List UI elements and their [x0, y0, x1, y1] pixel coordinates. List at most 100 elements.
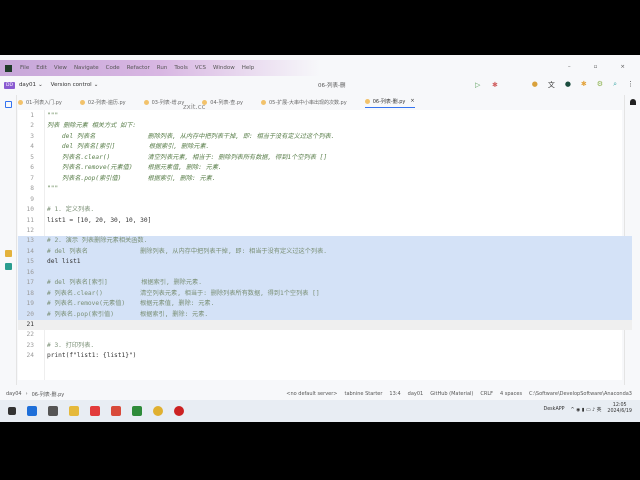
code-line[interactable]: 3 del 列表名 删除列表, 从内存中把列表干掉, 即: 相当于没有定义过这个… — [18, 132, 632, 142]
code-line[interactable]: 5 列表名.clear() 清空列表元素, 相当于: 删除列表所有数据, 得到1… — [18, 153, 632, 163]
tab-06-active[interactable]: 06-列表-删.py × — [364, 98, 415, 108]
users-icon[interactable]: ● — [532, 80, 538, 90]
code-line[interactable]: 24 print(f"list1: {list1}") — [18, 351, 632, 361]
code-text: """ — [47, 112, 59, 119]
bookmarks-icon[interactable] — [4, 263, 12, 270]
status-bar: day04 › 06-列表-删.py <no default server> ta… — [6, 391, 632, 398]
code-line[interactable]: 12 — [18, 226, 632, 236]
windows-start-icon[interactable] — [8, 407, 16, 415]
menu-refactor[interactable]: Refactor — [127, 65, 150, 71]
menu-tools[interactable]: Tools — [174, 65, 188, 71]
code-line[interactable]: 4 del 列表名[索引] 根据索引, 删除元素. — [18, 142, 632, 152]
tab-05[interactable]: 05-扩展-大串中小串出现的次数.py — [261, 99, 347, 106]
menu-view[interactable]: View — [54, 65, 67, 71]
code-text: del 列表名[索引] 根据索引, 删除元素. — [47, 143, 210, 151]
debug-icon[interactable]: ✱ — [492, 81, 498, 89]
python-file-icon — [79, 100, 85, 105]
code-line[interactable]: 1 """ — [18, 111, 632, 121]
app-icon[interactable] — [48, 406, 58, 416]
clock[interactable]: 12:05 2024/6/19 — [607, 403, 632, 415]
code-line[interactable]: 14 # del 列表名 删除列表, 从内存中把列表干掉, 即: 相当于没有定义过… — [18, 246, 632, 258]
menu-help[interactable]: Help — [242, 65, 255, 71]
line-number: 19 — [26, 300, 34, 308]
chrome-icon[interactable] — [153, 406, 163, 416]
project-badge: DD — [4, 81, 15, 89]
structure-icon[interactable] — [4, 250, 12, 257]
code-text: # del 列表名 删除列表, 从内存中把列表干掉, 即: 相当于没有定义过这个… — [47, 247, 328, 255]
taskbar: DeskAPP ^ ◉ ▮ ▭ ♪ 英 12:05 2024/6/19 — [0, 400, 640, 422]
menu-run[interactable]: Run — [157, 65, 168, 71]
project-icon[interactable] — [4, 101, 12, 108]
breadcrumb-folder[interactable]: day04 — [6, 391, 22, 397]
notifications-icon[interactable] — [629, 99, 636, 105]
code-text: 列表名.pop(索引值) 根据索引, 删除: 元素. — [47, 174, 216, 182]
tab-label: 05-扩展-大串中小串出现的次数.py — [269, 100, 347, 106]
line-number: 7 — [30, 174, 34, 182]
code-line[interactable]: 13 # 2. 演示 列表删除元素相关函数. — [18, 236, 632, 247]
project-status[interactable]: day01 — [408, 391, 424, 397]
tab-03[interactable]: 03-列表-增.py — [143, 99, 184, 106]
plugin-icon[interactable]: ✱ — [581, 80, 587, 90]
code-line[interactable]: 18 # 列表名.clear() 清空列表元素, 相当于: 删除列表所有数据, 得… — [18, 288, 632, 300]
code-line[interactable]: 20 # 列表名.pop(索引值) 根据索引, 删除: 元素. — [18, 309, 632, 320]
code-line[interactable]: 17 # del 列表名[索引] 根据索引, 删除元素. — [18, 278, 632, 289]
server-status[interactable]: <no default server> — [286, 391, 337, 397]
line-number: 2 — [30, 122, 34, 130]
python-file-icon — [261, 100, 266, 105]
recorder-icon[interactable] — [174, 406, 184, 416]
tabnine-status[interactable]: tabnine Starter — [344, 391, 382, 397]
run-icon[interactable]: ▷ — [475, 81, 480, 89]
code-line[interactable]: 10 # 1. 定义列表. — [18, 205, 632, 215]
code-line[interactable]: 22 — [18, 330, 632, 340]
menu-vcs[interactable]: VCS — [195, 65, 206, 71]
menu-code[interactable]: Code — [106, 65, 120, 71]
code-line[interactable]: 2 列表 删除元素 相关方式 如下: — [18, 121, 632, 131]
interpreter-status[interactable]: C:\Software\DevelopSoftware\Anaconda3 — [529, 391, 632, 397]
code-line[interactable]: 21 — [18, 320, 632, 331]
wps-icon[interactable] — [111, 406, 121, 416]
tab-label: 02-列表-遍历.py — [87, 100, 126, 106]
menu-file[interactable]: File — [20, 65, 29, 71]
menu-navigate[interactable]: Navigate — [74, 65, 99, 71]
code-editor[interactable]: 1 """ 2 列表 删除元素 相关方式 如下: 3 del 列表名 删除列表, 从内存… — [18, 110, 632, 380]
minimize-icon[interactable]: – — [568, 64, 571, 70]
deskapp-label[interactable]: DeskAPP — [544, 407, 565, 412]
line-number: 14 — [26, 247, 34, 255]
code-line[interactable]: 19 # 列表名.remove(元素值) 根据元素值, 删除: 元素. — [18, 299, 632, 310]
search-icon[interactable]: ⌕ — [613, 80, 617, 90]
translate-icon[interactable]: 文 — [548, 80, 555, 90]
tab-01[interactable]: 01-列表入门.py — [18, 99, 62, 106]
breadcrumb-file[interactable]: 06-列表-删.py — [32, 391, 65, 398]
line-number: 16 — [26, 268, 34, 276]
tray-icons[interactable]: ^ ◉ ▮ ▭ ♪ 英 — [571, 406, 602, 413]
close-tab-icon[interactable]: × — [410, 98, 414, 104]
copilot-icon[interactable]: ● — [565, 80, 571, 90]
code-line[interactable]: 15 del list1 — [18, 257, 632, 268]
restore-icon[interactable]: ▫ — [594, 64, 598, 70]
line-separator[interactable]: CRLF — [480, 391, 493, 397]
tab-04[interactable]: 04-列表-查.py — [202, 99, 243, 106]
project-selector[interactable]: day01 — [19, 82, 36, 88]
settings-icon[interactable]: ⚙ — [597, 80, 603, 90]
code-line[interactable]: 7 列表名.pop(索引值) 根据索引, 删除: 元素. — [18, 174, 632, 184]
code-line[interactable]: 8 """ — [18, 184, 632, 194]
app-icon[interactable] — [27, 406, 37, 416]
wps-icon[interactable] — [90, 406, 100, 416]
cursor-position[interactable]: 13:4 — [389, 391, 400, 397]
run-config-selector[interactable]: 06-列表-删 — [318, 81, 345, 89]
code-line[interactable]: 16 — [18, 267, 632, 279]
code-line[interactable]: 11 list1 = [10, 20, 30, 10, 30] — [18, 216, 632, 226]
menu-window[interactable]: Window — [213, 65, 235, 71]
vcs-selector[interactable]: Version control — [51, 82, 92, 88]
theme-status[interactable]: GitHub (Material) — [430, 391, 473, 397]
close-icon[interactable]: × — [620, 64, 625, 70]
more-icon[interactable]: ⋮ — [627, 80, 634, 90]
code-line[interactable]: 9 — [18, 195, 632, 205]
tab-02[interactable]: 02-列表-遍历.py — [79, 99, 126, 106]
code-line[interactable]: 6 列表名.remove(元素值) 根据元素值, 删除: 元素. — [18, 163, 632, 173]
menu-edit[interactable]: Edit — [36, 65, 47, 71]
code-line[interactable]: 23 # 3. 打印列表. — [18, 341, 632, 351]
indent-status[interactable]: 4 spaces — [500, 391, 522, 397]
pycharm-icon[interactable] — [132, 406, 142, 416]
file-explorer-icon[interactable] — [69, 406, 79, 416]
